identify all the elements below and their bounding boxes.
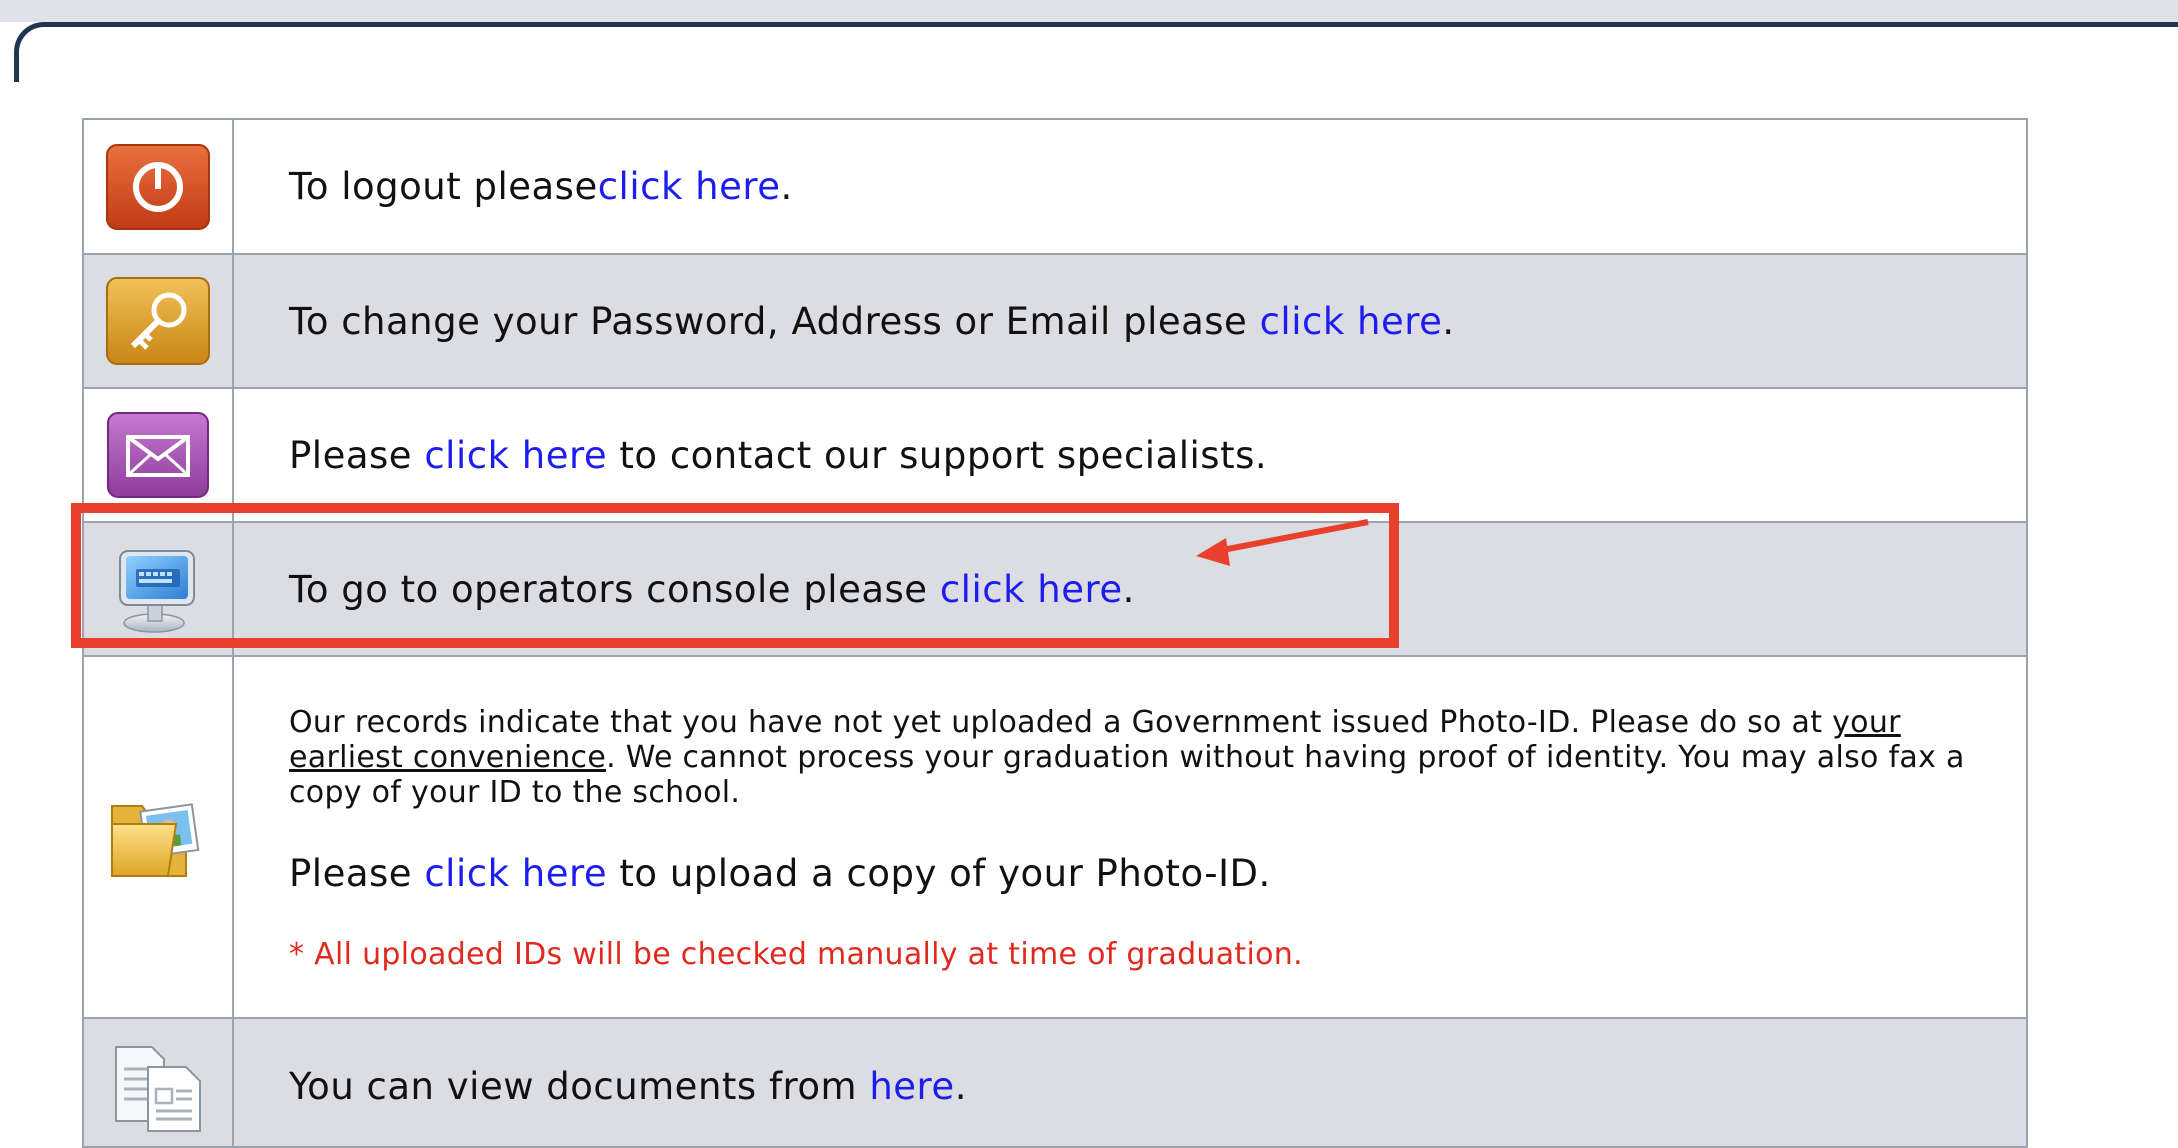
change-account-link[interactable]: click here <box>1260 300 1443 343</box>
view-documents-row: You can view documents from here . <box>84 1019 2026 1146</box>
view-documents-text: You can view documents from here . <box>289 1019 2006 1146</box>
photo-folder-icon <box>84 657 234 1017</box>
change-account-text: To change your Password, Address or Emai… <box>289 255 2006 387</box>
logout-period: . <box>780 165 793 208</box>
view-documents-link[interactable]: here <box>869 1065 954 1108</box>
power-icon <box>84 120 234 253</box>
documents-icon <box>84 1019 234 1146</box>
view-documents-period: . <box>954 1064 967 1108</box>
photo-id-notice-paragraph: Our records indicate that you have not y… <box>289 705 1966 810</box>
upload-label: Please <box>289 852 425 895</box>
page-frame <box>14 22 2178 82</box>
upload-photo-id-link[interactable]: click here <box>424 852 607 895</box>
browser-top-strip <box>0 0 2178 22</box>
logout-text: To logout please click here . <box>289 120 2006 253</box>
upload-photo-id-line: Please click here to upload a copy of yo… <box>289 852 1966 895</box>
change-account-label: To change your Password, Address or Emai… <box>289 299 1260 343</box>
logout-link[interactable]: click here <box>598 165 781 208</box>
contact-support-link[interactable]: click here <box>424 434 607 477</box>
change-account-period: . <box>1442 299 1455 343</box>
logout-label: To logout please <box>289 165 598 208</box>
contact-support-suffix: to contact our support specialists. <box>607 433 1268 477</box>
photo-id-notice: Our records indicate that you have not y… <box>289 705 1966 972</box>
upload-note: * All uploaded IDs will be checked manua… <box>289 937 1303 972</box>
photo-id-row: Our records indicate that you have not y… <box>84 657 2026 1019</box>
highlight-annotation-box <box>71 503 1399 648</box>
envelope-icon <box>84 389 234 521</box>
key-icon <box>84 255 234 387</box>
contact-support-label: Please <box>289 433 425 477</box>
contact-support-text: Please click here to contact our support… <box>289 389 2006 521</box>
view-documents-label: You can view documents from <box>289 1064 870 1108</box>
logout-row: To logout please click here . <box>84 120 2026 255</box>
upload-suffix: to upload a copy of your Photo-ID. <box>607 852 1271 895</box>
change-account-row: To change your Password, Address or Emai… <box>84 255 2026 389</box>
notice-text-start: Our records indicate that you have not y… <box>289 705 1833 740</box>
